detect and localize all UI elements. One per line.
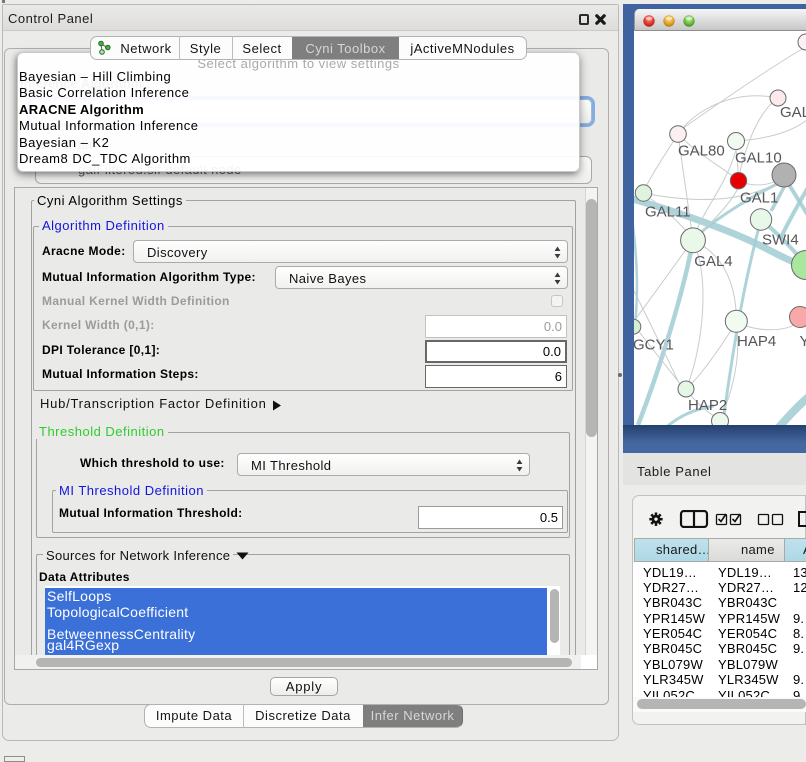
- svg-text:GAL80: GAL80: [678, 143, 725, 160]
- svg-text:GAL7: GAL7: [780, 104, 806, 121]
- svg-text:HAP4: HAP4: [737, 333, 776, 350]
- svg-text:GAL4: GAL4: [694, 253, 732, 270]
- svg-text:GAL11: GAL11: [645, 204, 691, 221]
- svg-text:GAL1: GAL1: [740, 190, 778, 207]
- svg-text:HAP2: HAP2: [688, 397, 727, 414]
- svg-text:Y: Y: [800, 333, 806, 350]
- svg-text:GCY1: GCY1: [634, 336, 674, 353]
- svg-text:GAL10: GAL10: [735, 150, 782, 167]
- svg-text:SWI4: SWI4: [762, 231, 799, 248]
